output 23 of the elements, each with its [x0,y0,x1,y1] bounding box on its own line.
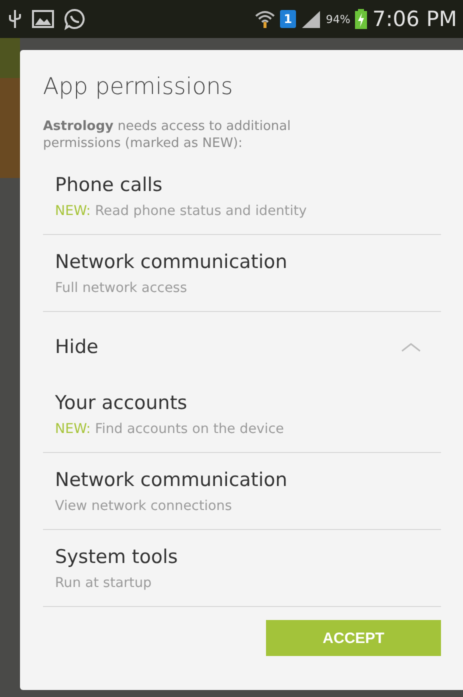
sim-badge: 1 [280,10,296,28]
battery-charging-icon [355,9,368,29]
permission-title: Phone calls [55,173,164,198]
permission-description: Full network access [55,279,188,298]
signal-icon [300,10,321,28]
permission-title: Your accounts [55,391,188,416]
permission-description: View network connections [55,497,233,516]
battery-percent: 94% [326,12,350,26]
hide-toggle[interactable]: Hide [55,334,98,360]
permission-title: Network communication [55,250,288,275]
image-icon [32,10,54,28]
wifi-icon [254,10,275,28]
usb-icon [8,9,22,29]
permission-description: NEW: Find accounts on the device [55,420,285,439]
permission-description: NEW: Read phone status and identity [55,202,308,221]
chat-bubble-icon [64,8,86,30]
chevron-icon[interactable] [401,342,421,352]
dialog-message: Astrology needs access to additional permissions (marked as NEW): [43,118,292,152]
permission-title: Network communication [55,468,288,493]
permission-description: Run at startup [55,574,153,593]
permission-title: System tools [55,545,179,570]
dialog-title: App permissions [43,74,234,100]
clock: 7:06 PM [372,7,457,31]
